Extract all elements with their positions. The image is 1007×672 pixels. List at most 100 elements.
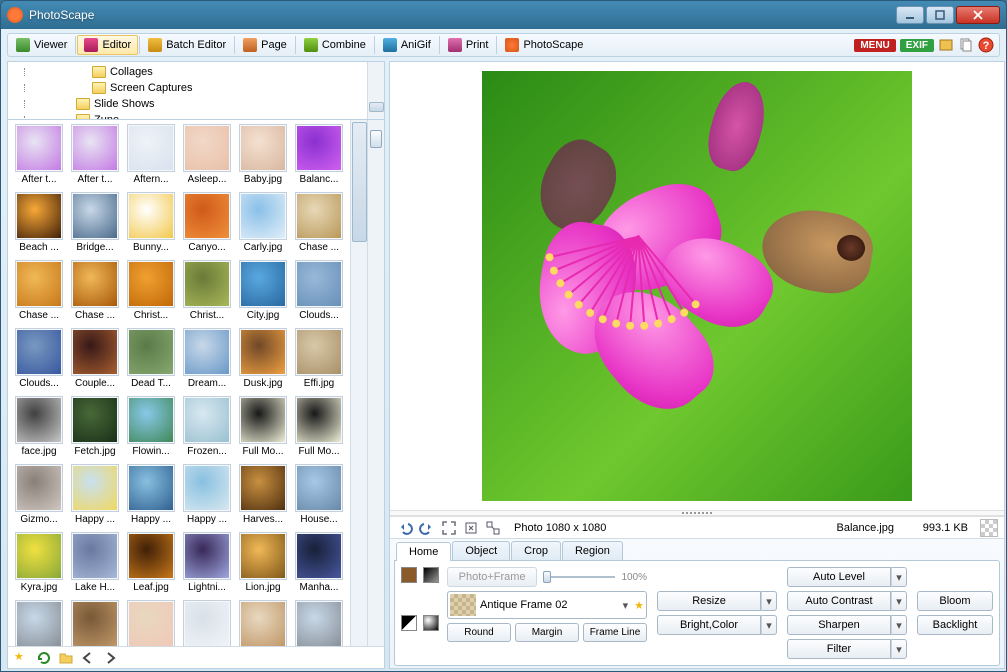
margin-button[interactable]: Margin [515, 623, 579, 642]
thumbnail[interactable]: Flowin... [124, 396, 178, 460]
tree-item[interactable]: Collages [12, 64, 380, 80]
copy-icon[interactable] [958, 37, 974, 53]
swatch-bw[interactable] [401, 615, 417, 631]
thumbnail[interactable]: Baby.jpg [236, 124, 290, 188]
auto-level-button[interactable]: Auto Level [787, 567, 891, 587]
resize-dropdown[interactable]: ▾ [761, 591, 777, 611]
thumbnail[interactable] [68, 600, 122, 646]
sharpen-dropdown[interactable]: ▾ [891, 615, 907, 635]
thumbnail[interactable]: Carly.jpg [236, 192, 290, 256]
redo-icon[interactable] [418, 519, 436, 537]
thumbnail[interactable]: Lion.jpg [236, 532, 290, 596]
refresh-icon[interactable] [36, 650, 52, 666]
thumbnail[interactable]: Chase ... [12, 260, 66, 324]
tab-object[interactable]: Object [452, 541, 510, 560]
auto-contrast-button[interactable]: Auto Contrast [787, 591, 891, 611]
actual-size-icon[interactable] [462, 519, 480, 537]
tree-item[interactable]: Screen Captures [12, 80, 380, 96]
filter-dropdown[interactable]: ▾ [891, 639, 907, 659]
close-button[interactable] [956, 6, 1000, 24]
thumbnail[interactable]: Harves... [236, 464, 290, 528]
prev-icon[interactable] [80, 650, 96, 666]
thumbnail[interactable]: Dead T... [124, 328, 178, 392]
thumbnail[interactable]: Chase ... [68, 260, 122, 324]
tab-crop[interactable]: Crop [511, 541, 561, 560]
photo-frame-button[interactable]: Photo+Frame [447, 567, 537, 587]
tab-batch-editor[interactable]: Batch Editor [141, 35, 233, 55]
help-icon[interactable]: ? [978, 37, 994, 53]
thumbnail[interactable]: Kyra.jpg [12, 532, 66, 596]
thumbnail[interactable]: Manha... [292, 532, 346, 596]
tab-region[interactable]: Region [562, 541, 623, 560]
tab-combine[interactable]: Combine [297, 35, 373, 55]
thumbnail[interactable]: Effi.jpg [292, 328, 346, 392]
next-icon[interactable] [102, 650, 118, 666]
thumbnail[interactable]: Happy ... [68, 464, 122, 528]
thumbnail[interactable]: Chase ... [292, 192, 346, 256]
folder-tree[interactable]: CollagesScreen CapturesSlide ShowsZune [8, 62, 384, 120]
thumbnail[interactable]: Frozen... [180, 396, 234, 460]
backlight-button[interactable]: Backlight [917, 615, 993, 635]
swatch-vignette[interactable] [423, 615, 439, 631]
thumbnail[interactable] [124, 600, 178, 646]
bright-color-button[interactable]: Bright,Color [657, 615, 761, 635]
image-canvas[interactable] [390, 62, 1004, 510]
thumbnail[interactable]: Happy ... [124, 464, 178, 528]
thumbnail[interactable]: Full Mo... [292, 396, 346, 460]
zoom-icon[interactable] [484, 519, 502, 537]
thumbnail[interactable]: Aftern... [124, 124, 178, 188]
thumbnail[interactable]: Balanc... [292, 124, 346, 188]
thumbnail[interactable]: Lake H... [68, 532, 122, 596]
swatch-gray[interactable] [423, 567, 439, 583]
maximize-button[interactable] [926, 6, 954, 24]
filter-button[interactable]: Filter [787, 639, 891, 659]
thumbnail[interactable]: Bunny... [124, 192, 178, 256]
thumbnail[interactable]: Beach ... [12, 192, 66, 256]
auto-level-dropdown[interactable]: ▾ [891, 567, 907, 587]
round-button[interactable]: Round [447, 623, 511, 642]
thumbnail[interactable]: face.jpg [12, 396, 66, 460]
thumbnail[interactable] [12, 600, 66, 646]
thumbnail[interactable]: Christ... [124, 260, 178, 324]
tab-editor[interactable]: Editor [77, 35, 138, 55]
thumbnail[interactable]: Clouds... [292, 260, 346, 324]
frame-line-button[interactable]: Frame Line [583, 623, 647, 642]
thumbnail[interactable]: Lightni... [180, 532, 234, 596]
thumbnail[interactable] [180, 600, 234, 646]
tab-viewer[interactable]: Viewer [9, 35, 74, 55]
thumbnail[interactable]: Canyo... [180, 192, 234, 256]
thumbnail[interactable]: Couple... [68, 328, 122, 392]
thumbnail[interactable]: City.jpg [236, 260, 290, 324]
tab-page[interactable]: Page [236, 35, 294, 55]
frame-combo[interactable]: Antique Frame 02 ▾ ★ [447, 591, 647, 619]
tab-print[interactable]: Print [441, 35, 496, 55]
bright-color-dropdown[interactable]: ▾ [761, 615, 777, 635]
thumbs-scrollbar[interactable] [350, 120, 367, 646]
titlebar[interactable]: PhotoScape [1, 1, 1006, 29]
swatch-sepia[interactable] [401, 567, 417, 583]
bloom-button[interactable]: Bloom [917, 591, 993, 611]
tree-item[interactable]: Zune [12, 112, 380, 120]
slideshow-icon[interactable] [938, 37, 954, 53]
favorite-frame-icon[interactable]: ★ [634, 599, 644, 612]
menu-button[interactable]: MENU [854, 39, 895, 52]
thumbnail[interactable] [292, 600, 346, 646]
tree-item[interactable]: Slide Shows [12, 96, 380, 112]
thumbnail[interactable]: Happy ... [180, 464, 234, 528]
minimize-button[interactable] [896, 6, 924, 24]
thumbnail[interactable]: Christ... [180, 260, 234, 324]
resize-button[interactable]: Resize [657, 591, 761, 611]
thumbnail[interactable]: Clouds... [12, 328, 66, 392]
open-folder-icon[interactable] [58, 650, 74, 666]
thumbnail[interactable]: House... [292, 464, 346, 528]
thumbnail[interactable]: Dream... [180, 328, 234, 392]
thumbnail[interactable] [236, 600, 290, 646]
undo-icon[interactable] [396, 519, 414, 537]
sharpen-button[interactable]: Sharpen [787, 615, 891, 635]
tab-photoscape[interactable]: PhotoScape [498, 35, 590, 55]
thumbnail[interactable]: Asleep... [180, 124, 234, 188]
tab-home[interactable]: Home [396, 542, 451, 561]
thumbnail[interactable]: Dusk.jpg [236, 328, 290, 392]
exif-button[interactable]: EXIF [900, 39, 934, 52]
auto-contrast-dropdown[interactable]: ▾ [891, 591, 907, 611]
